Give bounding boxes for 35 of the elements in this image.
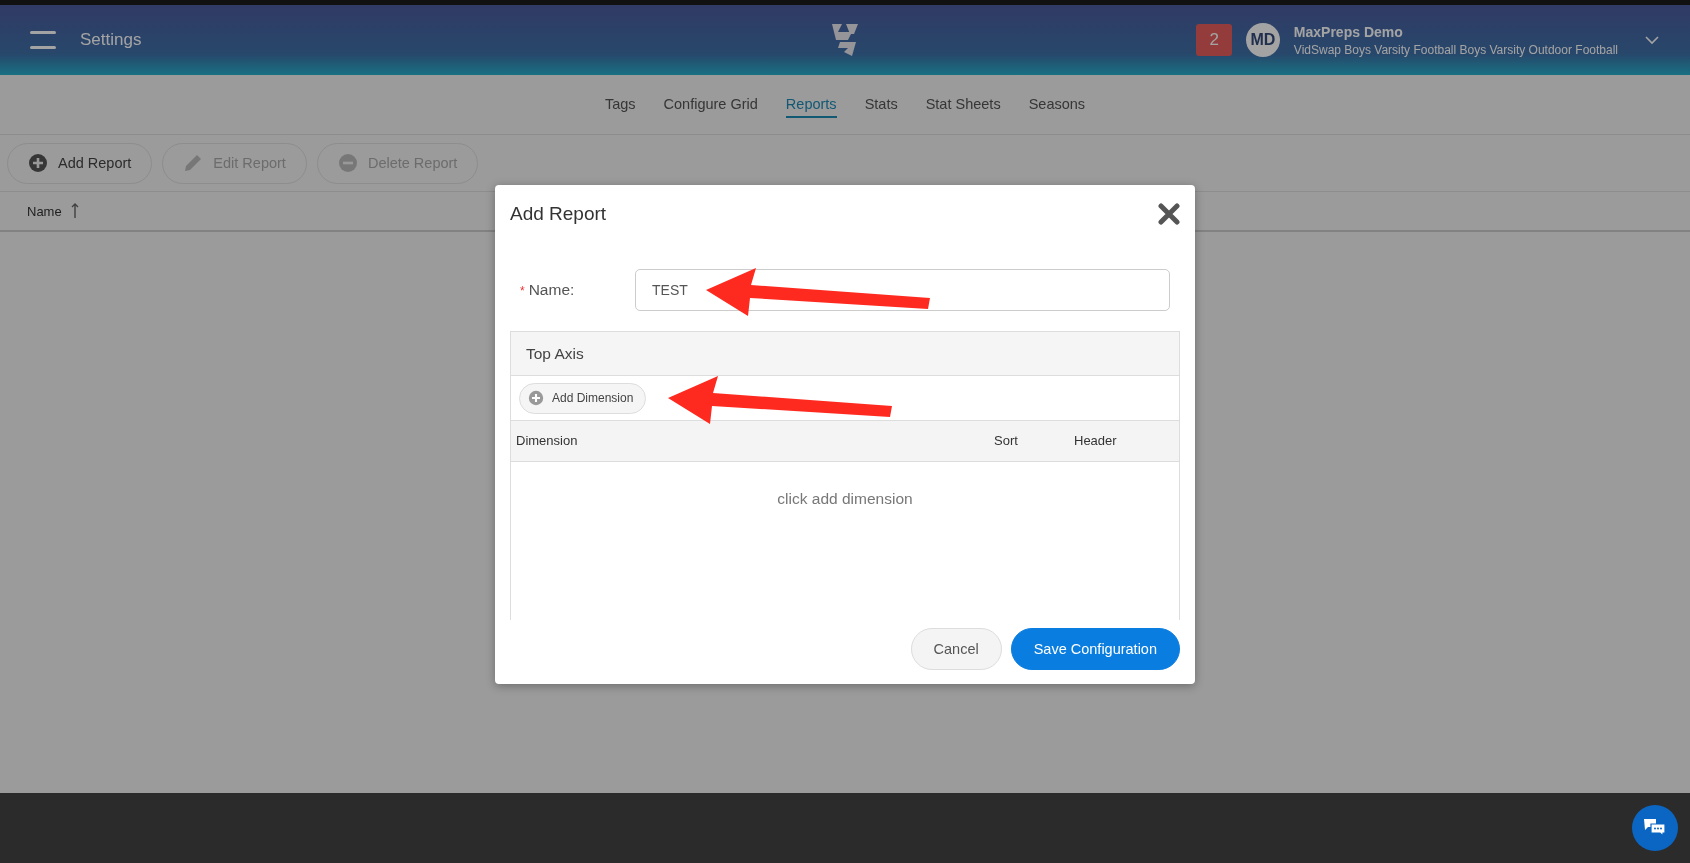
- save-button[interactable]: Save Configuration: [1010, 628, 1180, 670]
- empty-message: click add dimension: [777, 490, 913, 509]
- cancel-button[interactable]: Cancel: [910, 628, 1002, 670]
- settings-tab[interactable]: Configure Grid: [663, 91, 758, 118]
- settings-tab[interactable]: Stat Sheets: [925, 91, 1001, 118]
- chevron-down-icon[interactable]: [1644, 35, 1660, 45]
- column-header[interactable]: Name: [27, 203, 62, 219]
- column-header: Sort: [994, 433, 1018, 448]
- dialog-title: Add Report: [510, 203, 607, 225]
- close-icon[interactable]: [1158, 203, 1180, 225]
- plus-circle-icon: [28, 153, 48, 173]
- name-label: Name:: [528, 281, 575, 299]
- column-header: Header: [1074, 433, 1117, 448]
- required-mark: *: [520, 284, 525, 298]
- logo-icon: [830, 22, 860, 58]
- settings-tab[interactable]: Reports: [785, 91, 837, 118]
- team-name: VidSwap Boys Varsity Football Boys Varsity Outdoor Football: [1293, 42, 1618, 57]
- settings-tab[interactable]: Stats: [864, 91, 898, 118]
- arrow-up-icon[interactable]: [69, 203, 80, 219]
- menu-icon[interactable]: [30, 31, 56, 49]
- add-dimension-button[interactable]: Add Dimension: [519, 382, 647, 414]
- toolbar-button[interactable]: Add Report: [7, 142, 153, 184]
- notification-badge[interactable]: 2: [1196, 24, 1232, 56]
- chat-button[interactable]: [1632, 805, 1678, 851]
- pencil-icon: [183, 153, 204, 173]
- user-name: MaxPreps Demo: [1293, 23, 1404, 40]
- column-header: Dimension: [516, 433, 578, 448]
- user-avatar[interactable]: MD: [1245, 23, 1280, 57]
- chat-bubbles-icon: [1643, 818, 1667, 838]
- panel-title: Top Axis: [526, 344, 584, 363]
- plus-circle-icon: [528, 390, 544, 406]
- settings-tab[interactable]: Tags: [604, 91, 636, 118]
- settings-tab[interactable]: Seasons: [1028, 91, 1086, 118]
- minus-circle-icon: [337, 153, 358, 173]
- page-title: Settings: [80, 30, 142, 50]
